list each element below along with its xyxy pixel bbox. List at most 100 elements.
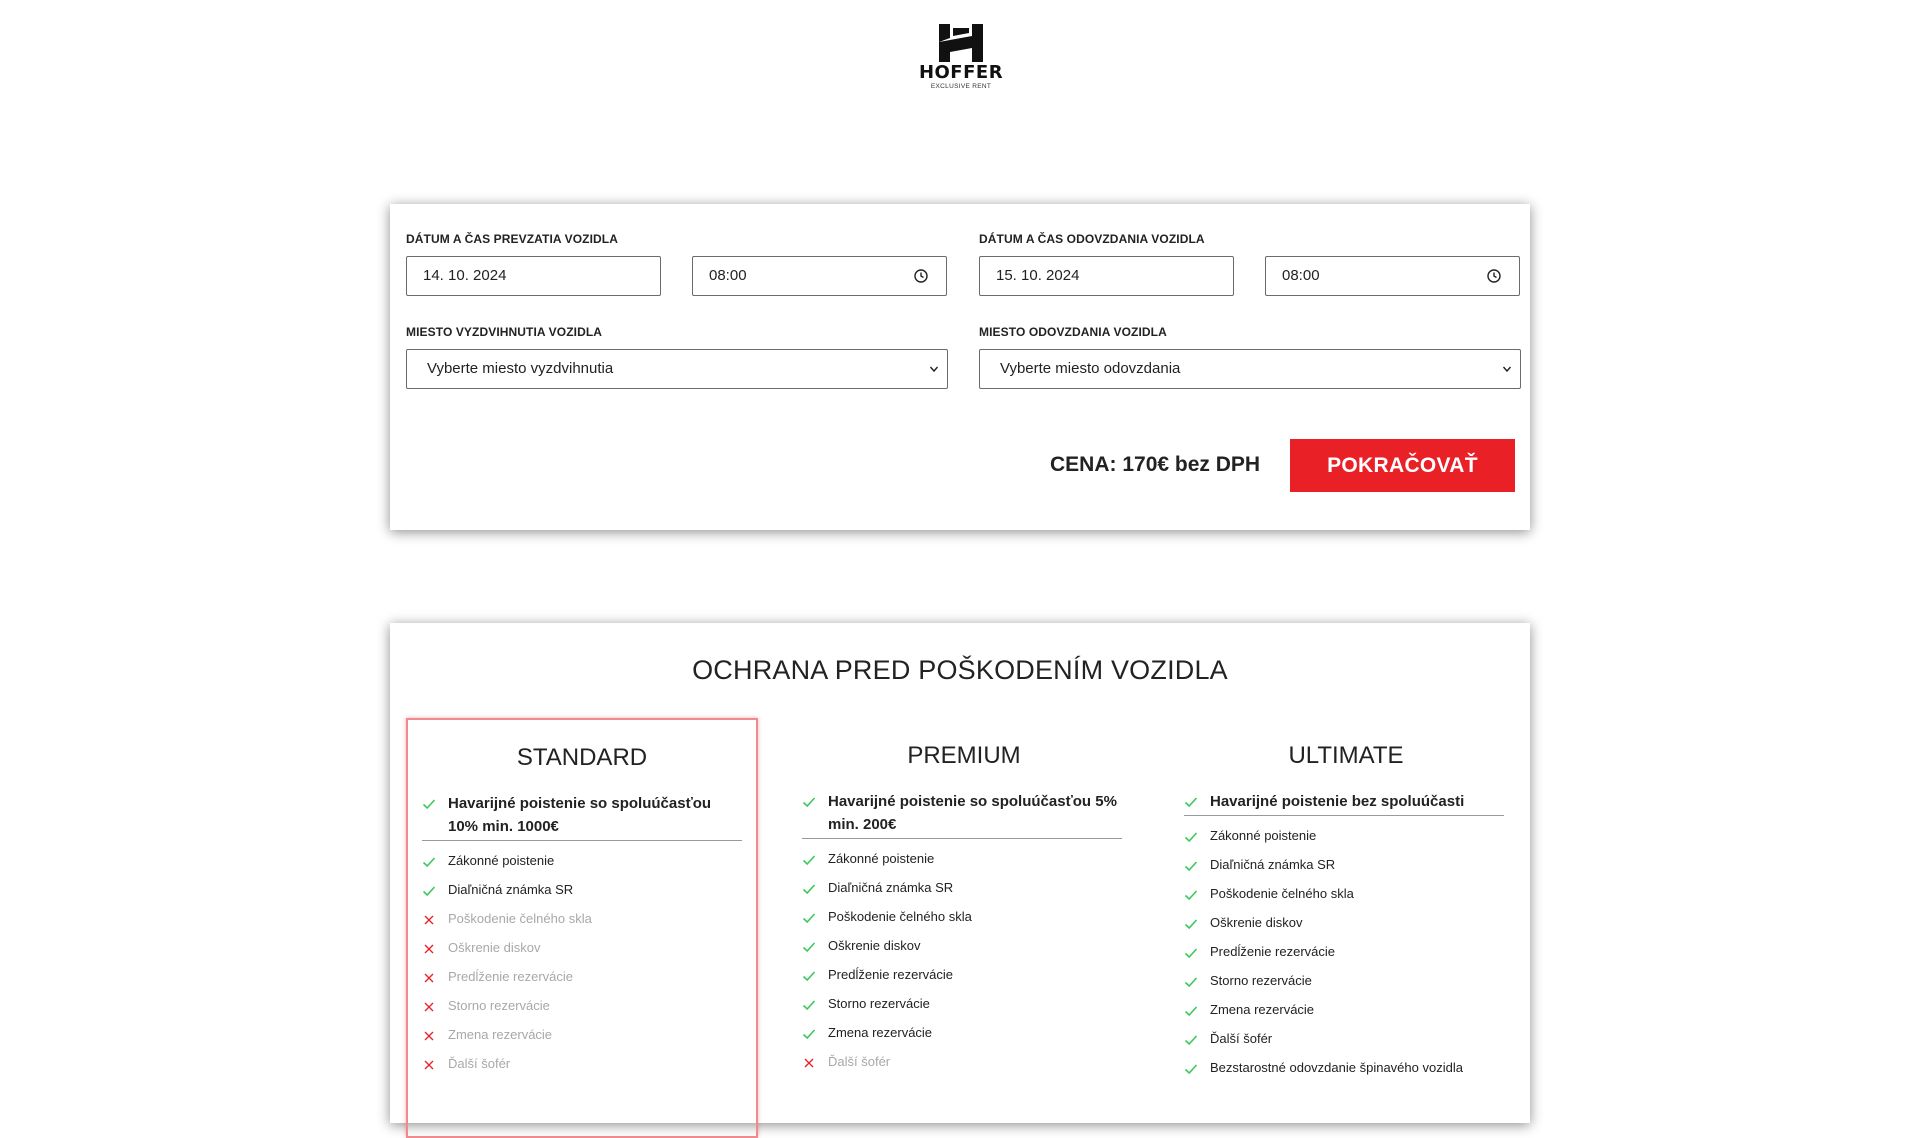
pickup-place-label: MIESTO VYZDVIHNUTIA VOZIDLA [406, 325, 603, 339]
return-time-input[interactable]: 08:00 [1265, 256, 1520, 296]
plan-features: Havarijné poistenie bez spoluúčasti Zákon… [1184, 790, 1504, 1088]
plan-feature-label: Zákonné poistenie [1210, 828, 1317, 843]
plan-ultimate[interactable]: ULTIMATE Havarijné poistenie bez spoluúč… [1170, 718, 1522, 1138]
plan-feature-item: Predĺženie rezervácie [1184, 943, 1504, 972]
plan-feature-item: Zmena rezervácie [802, 1024, 1122, 1053]
plan-feature-item: Zmena rezervácie [422, 1026, 742, 1055]
plan-feature-label: Zmena rezervácie [1210, 1002, 1315, 1017]
plan-feature-label: Zmena rezervácie [828, 1025, 933, 1040]
cross-icon [424, 973, 434, 983]
plan-feature-label: Bezstarostné odovzdanie špinavého vozidl… [1210, 1060, 1463, 1075]
check-icon [1184, 890, 1198, 901]
pickup-place-value: Vyberte miesto vyzdvihnutia [427, 360, 614, 377]
brand-logo[interactable]: HOFFER EXCLUSIVE RENT [911, 24, 1011, 104]
check-icon [1184, 1064, 1198, 1075]
clock-icon[interactable] [1487, 269, 1501, 283]
plan-features: Havarijné poistenie so spoluúčasťou 10% … [422, 792, 742, 1084]
plan-feature-item: Poškodenie čelného skla [422, 910, 742, 939]
cross-icon [804, 1058, 814, 1068]
plan-feature-label: Ďalší šofér [448, 1056, 511, 1071]
pickup-time-value: 08:00 [709, 267, 747, 284]
plan-feature-item: Ďalší šofér [1184, 1030, 1504, 1059]
plan-feature-label: Poškodenie čelného skla [828, 909, 972, 924]
return-date-input[interactable]: 15. 10. 2024 [979, 256, 1234, 296]
pickup-place-select[interactable]: Vyberte miesto vyzdvihnutia [406, 349, 948, 389]
chevron-down-icon [1502, 366, 1512, 373]
chevron-down-icon [929, 366, 939, 373]
plan-name: ULTIMATE [1288, 742, 1404, 769]
plan-feature-label: Predĺženie rezervácie [828, 967, 954, 982]
cross-icon [424, 1031, 434, 1041]
check-icon [802, 913, 816, 924]
check-icon [422, 799, 436, 810]
plan-feature-item: Ďalší šofér [802, 1053, 1122, 1082]
return-datetime-label: DÁTUM A ČAS ODOVZDANIA VOZIDLA [979, 232, 1205, 246]
plan-feature-item: Bezstarostné odovzdanie špinavého vozidl… [1184, 1059, 1504, 1088]
plan-feature-label: Zmena rezervácie [448, 1027, 553, 1042]
cross-icon [424, 1060, 434, 1070]
check-icon [1184, 948, 1198, 959]
plan-feature-label: Zákonné poistenie [828, 851, 935, 866]
plan-feature-label: Diaľničná známka SR [828, 880, 954, 895]
plan-feature-item: Predĺženie rezervácie [422, 968, 742, 997]
return-time-value: 08:00 [1282, 267, 1320, 284]
plan-feature-label: Predĺženie rezervácie [448, 969, 574, 984]
plan-feature-label: Storno rezervácie [448, 998, 550, 1013]
plan-feature-label: Oškrenie diskov [448, 940, 541, 955]
price-label: CENA: 170€ bez DPH [1050, 453, 1261, 476]
plan-feature-label: Ďalší šofér [828, 1054, 891, 1069]
cross-icon [424, 944, 434, 954]
check-icon [802, 971, 816, 982]
plan-feature-item: Poškodenie čelného skla [802, 908, 1122, 937]
plan-feature-label: Oškrenie diskov [1210, 915, 1303, 930]
return-place-select[interactable]: Vyberte miesto odovzdania [979, 349, 1521, 389]
check-icon [802, 855, 816, 866]
plan-main-feature-label: Havarijné poistenie so spoluúčasťou 10% … [448, 795, 712, 835]
plan-feature-item: Diaľničná známka SR [422, 881, 742, 910]
check-icon [802, 1029, 816, 1040]
check-icon [1184, 832, 1198, 843]
check-icon [802, 1000, 816, 1011]
plan-feature-label: Zákonné poistenie [448, 853, 555, 868]
return-place-label: MIESTO ODOVZDANIA VOZIDLA [979, 325, 1167, 339]
protection-section: OCHRANA PRED POŠKODENÍM VOZIDLA STANDARD… [390, 623, 1530, 1138]
pickup-date-input[interactable]: 14. 10. 2024 [406, 256, 661, 296]
brand-tagline: EXCLUSIVE RENT [930, 83, 992, 90]
plan-feature-item: Zmena rezervácie [1184, 1001, 1504, 1030]
plan-feature-item: Zákonné poistenie [422, 852, 742, 881]
plan-main-feature-label: Havarijné poistenie bez spoluúčasti [1210, 793, 1465, 810]
plan-feature-item: Oškrenie diskov [802, 937, 1122, 966]
plan-main-feature: Havarijné poistenie bez spoluúčasti [1184, 790, 1504, 816]
cross-icon [424, 915, 434, 925]
plan-main-feature: Havarijné poistenie so spoluúčasťou 10% … [422, 792, 742, 841]
plan-features: Havarijné poistenie so spoluúčasťou 5% m… [802, 790, 1122, 1082]
return-date-value: 15. 10. 2024 [996, 267, 1080, 284]
plan-feature-item: Zákonné poistenie [802, 850, 1122, 879]
check-icon [802, 942, 816, 953]
check-icon [1184, 919, 1198, 930]
plan-feature-item: Storno rezervácie [1184, 972, 1504, 1001]
plan-feature-label: Diaľničná známka SR [1210, 857, 1336, 872]
plan-standard[interactable]: STANDARD Havarijné poistenie so spoluúča… [406, 718, 758, 1138]
check-icon [1184, 861, 1198, 872]
plan-feature-label: Predĺženie rezervácie [1210, 944, 1336, 959]
check-icon [422, 886, 436, 897]
plan-feature-item: Zákonné poistenie [1184, 827, 1504, 856]
plan-feature-label: Poškodenie čelného skla [448, 911, 592, 926]
plan-name: PREMIUM [907, 742, 1021, 769]
check-icon [1184, 977, 1198, 988]
plan-feature-item: Diaľničná známka SR [802, 879, 1122, 908]
return-place-value: Vyberte miesto odovzdania [1000, 360, 1181, 377]
clock-icon[interactable] [914, 269, 928, 283]
plan-feature-label: Storno rezervácie [1210, 973, 1312, 988]
check-icon [1184, 1035, 1198, 1046]
plan-premium[interactable]: PREMIUM Havarijné poistenie so spoluúčas… [788, 718, 1140, 1138]
plan-feature-item: Oškrenie diskov [1184, 914, 1504, 943]
plan-feature-item: Storno rezervácie [422, 997, 742, 1026]
check-icon [802, 797, 816, 808]
hoffer-logo-icon [939, 24, 983, 62]
pickup-time-input[interactable]: 08:00 [692, 256, 947, 296]
continue-button[interactable]: POKRAČOVAŤ [1290, 439, 1515, 492]
plan-feature-label: Storno rezervácie [828, 996, 930, 1011]
pickup-date-value: 14. 10. 2024 [423, 267, 507, 284]
